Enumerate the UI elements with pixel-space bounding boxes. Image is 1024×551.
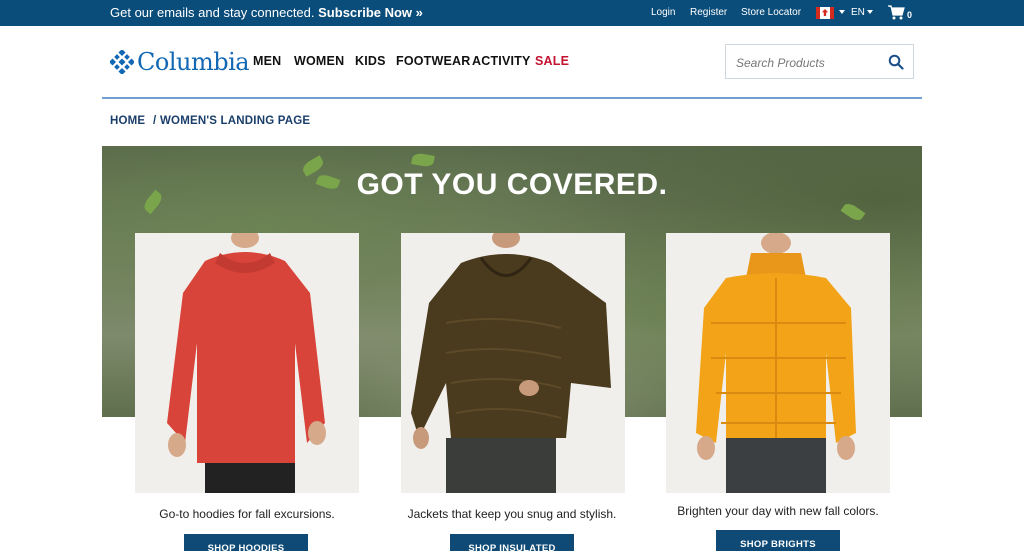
- header-divider: [102, 97, 922, 99]
- hero-leaf: [411, 152, 435, 168]
- product-description-brights: Brighten your day with new fall colors.: [677, 504, 879, 518]
- hero-leaf: [840, 200, 866, 224]
- cart-count: 0: [907, 10, 913, 20]
- shop-hoodies-button[interactable]: SHOP HOODIES: [184, 534, 308, 551]
- store-locator-link[interactable]: Store Locator: [741, 7, 801, 18]
- search-placeholder: Search Products: [736, 56, 825, 70]
- breadcrumb-separator: /: [153, 115, 157, 127]
- nav-women[interactable]: WOMEN: [294, 54, 344, 68]
- language-chevron-down-icon[interactable]: [867, 10, 873, 14]
- product-card-hoodies[interactable]: [135, 233, 359, 493]
- promo-bar: Get our emails and stay connected. Subsc…: [0, 0, 1024, 26]
- shop-brights-button[interactable]: SHOP BRIGHTS: [716, 530, 840, 551]
- cart-icon[interactable]: [888, 5, 905, 20]
- language-selector[interactable]: EN: [851, 7, 865, 18]
- search-input[interactable]: Search Products: [725, 44, 914, 79]
- nav-sale[interactable]: SALE: [535, 54, 569, 68]
- brights-jacket-model-image[interactable]: [666, 233, 890, 493]
- shop-insulated-button[interactable]: SHOP INSULATED: [450, 534, 574, 551]
- login-link[interactable]: Login: [651, 7, 675, 18]
- insulated-jacket-model-image[interactable]: [401, 233, 625, 493]
- product-card-brights[interactable]: [666, 233, 890, 493]
- search-icon[interactable]: [888, 54, 904, 70]
- hero-title: GOT YOU COVERED.: [356, 168, 668, 201]
- columbia-diamond-icon: [110, 50, 134, 74]
- breadcrumb-current: WOMEN'S LANDING PAGE: [160, 115, 311, 127]
- hoodie-model-image[interactable]: [135, 233, 359, 493]
- logo-wordmark: Columbia: [137, 48, 250, 76]
- nav-men[interactable]: MEN: [253, 54, 281, 68]
- columbia-logo[interactable]: Columbia: [110, 46, 250, 80]
- product-description-insulated: Jackets that keep you snug and stylish.: [407, 507, 617, 521]
- promo-message: Get our emails and stay connected. Subsc…: [110, 5, 423, 20]
- subscribe-link[interactable]: Subscribe Now »: [318, 5, 423, 20]
- nav-kids[interactable]: KIDS: [355, 54, 386, 68]
- promo-text: Get our emails and stay connected.: [110, 5, 315, 20]
- breadcrumb-home[interactable]: HOME: [110, 115, 145, 127]
- nav-footwear[interactable]: FOOTWEAR: [396, 54, 471, 68]
- country-chevron-down-icon[interactable]: [839, 10, 845, 14]
- product-description-hoodies: Go-to hoodies for fall excursions.: [159, 507, 335, 521]
- canada-flag-icon[interactable]: [816, 7, 834, 19]
- nav-activity[interactable]: ACTIVITY: [472, 54, 531, 68]
- product-card-insulated[interactable]: [401, 233, 625, 493]
- register-link[interactable]: Register: [690, 7, 727, 18]
